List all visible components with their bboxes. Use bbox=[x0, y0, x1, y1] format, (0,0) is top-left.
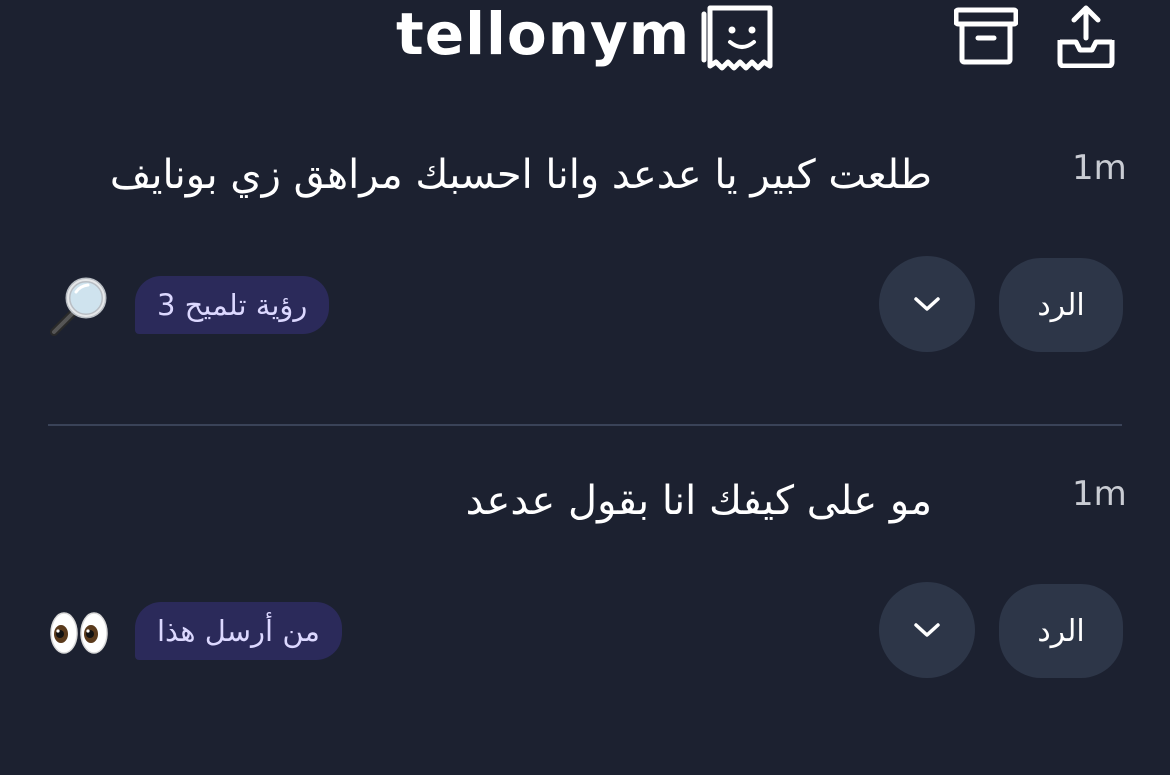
question-text: مو على كيفك انا بقول عدعد bbox=[465, 478, 932, 524]
tellonym-logo-icon bbox=[701, 5, 773, 71]
reply-label: الرد bbox=[1037, 287, 1085, 323]
reply-label: الرد bbox=[1037, 613, 1085, 649]
eyes-emoji bbox=[48, 602, 110, 664]
chevron-down-icon bbox=[914, 623, 940, 637]
question-text: طلعت كبير يا عدعد وانا احسبك مراهق زي بو… bbox=[109, 152, 932, 198]
archive-button[interactable] bbox=[953, 4, 1019, 68]
magnifying-glass-emoji bbox=[48, 276, 110, 338]
who-sent-button[interactable]: من أرسل هذا bbox=[135, 602, 342, 660]
share-tray-icon bbox=[1057, 5, 1115, 69]
more-options-button[interactable] bbox=[879, 582, 975, 678]
timestamp: 1m bbox=[1072, 148, 1127, 188]
app-header: tellonym bbox=[0, 0, 1170, 80]
card-divider bbox=[48, 424, 1122, 426]
archive-box-icon bbox=[953, 7, 1019, 65]
more-options-button[interactable] bbox=[879, 256, 975, 352]
share-button[interactable] bbox=[1054, 4, 1118, 69]
timestamp: 1m bbox=[1072, 474, 1127, 514]
chevron-down-icon bbox=[914, 297, 940, 311]
brand-logo-text: tellonym bbox=[396, 0, 691, 68]
view-hint-button[interactable]: رؤية تلميح 3 bbox=[135, 276, 330, 334]
hint-label: رؤية تلميح 3 bbox=[157, 288, 308, 322]
reply-button[interactable]: الرد bbox=[999, 258, 1123, 352]
hint-label: من أرسل هذا bbox=[157, 614, 320, 648]
reply-button[interactable]: الرد bbox=[999, 584, 1123, 678]
